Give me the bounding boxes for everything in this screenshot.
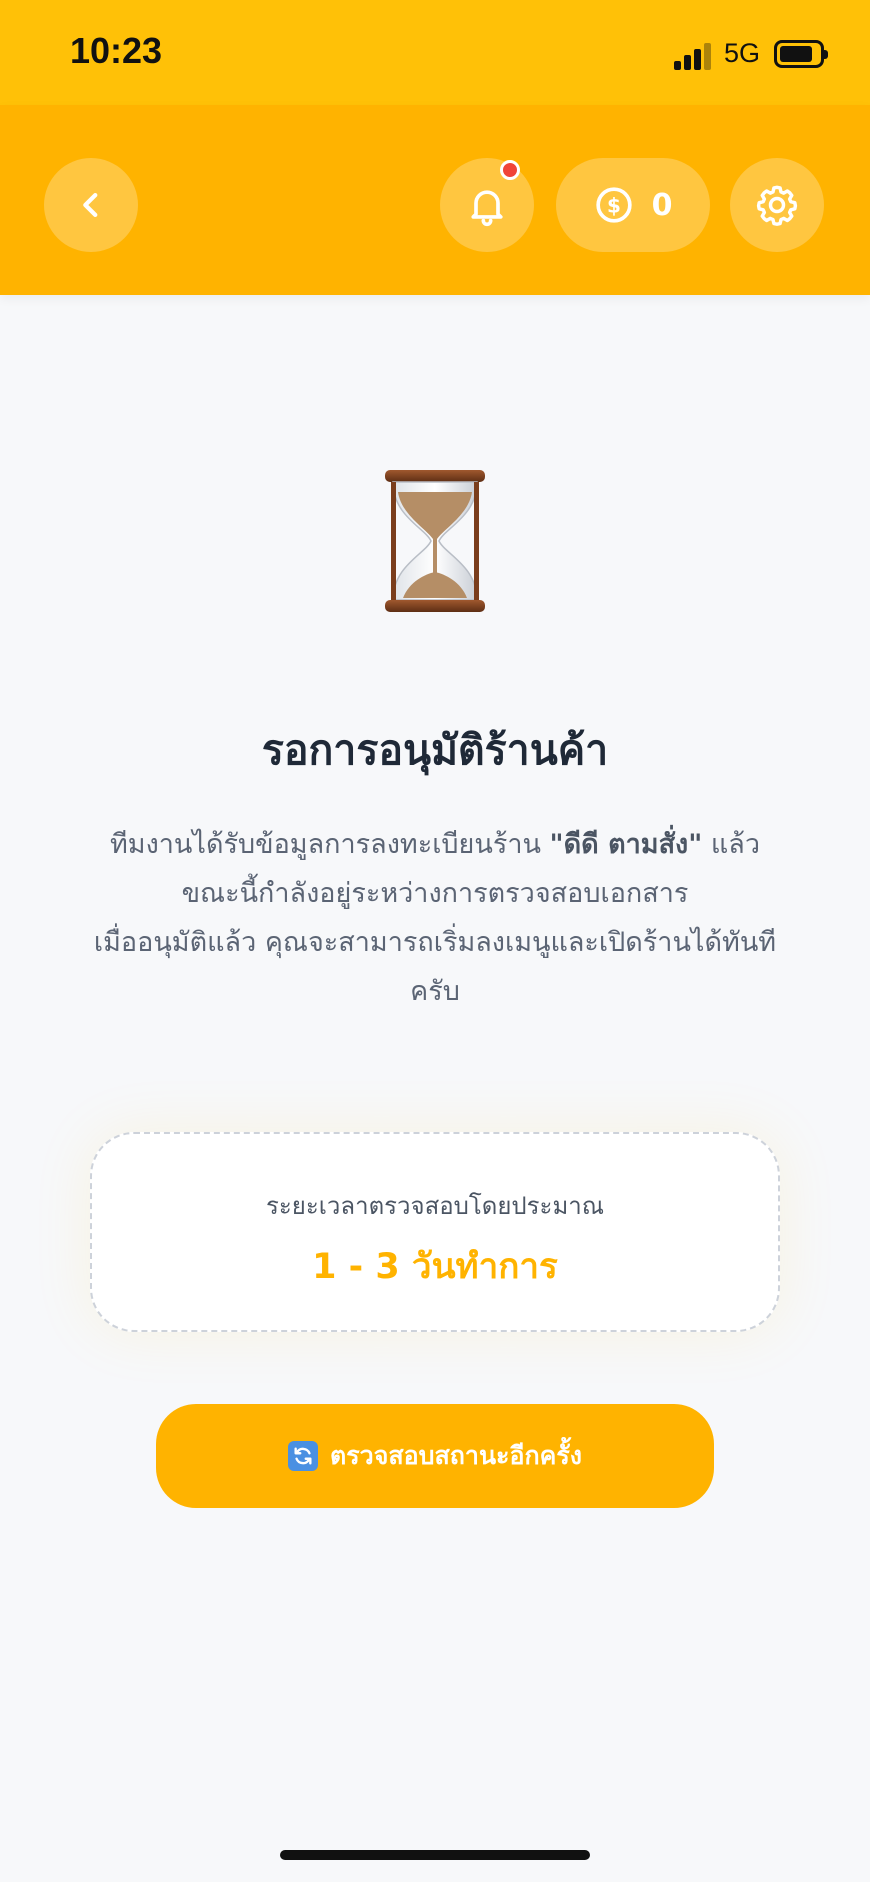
home-indicator[interactable] xyxy=(280,1850,590,1860)
settings-button[interactable] xyxy=(730,158,824,252)
estimate-label: ระยะเวลาตรวจสอบโดยประมาณ xyxy=(265,1192,605,1220)
description-line1-prefix: ทีมงานได้รับข้อมูลการลงทะเบียนร้าน xyxy=(109,829,550,860)
gear-icon xyxy=(756,185,798,226)
network-label: 5G xyxy=(724,38,761,68)
estimate-card: ระยะเวลาตรวจสอบโดยประมาณ 1 - 3 วันทำการ xyxy=(90,1132,780,1332)
chevron-left-icon xyxy=(83,192,98,218)
description-line1-suffix: แล้ว xyxy=(702,829,761,860)
description-line3: เมื่ออนุมัติแล้ว คุณจะสามารถเริ่มลงเมนูแ… xyxy=(93,927,777,1007)
estimate-value: 1 - 3 วันทำการ xyxy=(312,1247,558,1287)
battery-icon xyxy=(774,40,828,68)
page-title: รอการอนุมัติร้านค้า xyxy=(261,726,609,774)
notification-badge xyxy=(500,160,520,180)
coin-count: 0 xyxy=(651,187,673,223)
status-time: 10:23 xyxy=(70,30,163,71)
back-button[interactable] xyxy=(44,158,138,252)
coin-balance-button[interactable]: $ 0 xyxy=(556,158,710,252)
check-status-label: ตรวจสอบสถานะอีกครั้ง xyxy=(330,1441,582,1470)
refresh-icon xyxy=(288,1441,319,1471)
signal-icon xyxy=(674,40,714,70)
notifications-button[interactable] xyxy=(440,158,534,252)
status-bar: 10:23 5G xyxy=(0,0,870,105)
svg-text:$: $ xyxy=(607,194,621,218)
description: ทีมงานได้รับข้อมูลการลงทะเบียนร้าน "ดีดี… xyxy=(80,820,790,1016)
check-status-button[interactable]: ตรวจสอบสถานะอีกครั้ง xyxy=(156,1404,714,1508)
coin-icon: $ xyxy=(595,187,632,223)
shop-name: "ดีดี ตามสั่ง" xyxy=(549,829,703,860)
description-line2: ขณะนี้กำลังอยู่ระหว่างการตรวจสอบเอกสาร xyxy=(181,878,689,909)
bell-icon xyxy=(471,190,503,227)
hourglass-icon xyxy=(385,470,485,612)
app-header: $ 0 xyxy=(0,105,870,295)
